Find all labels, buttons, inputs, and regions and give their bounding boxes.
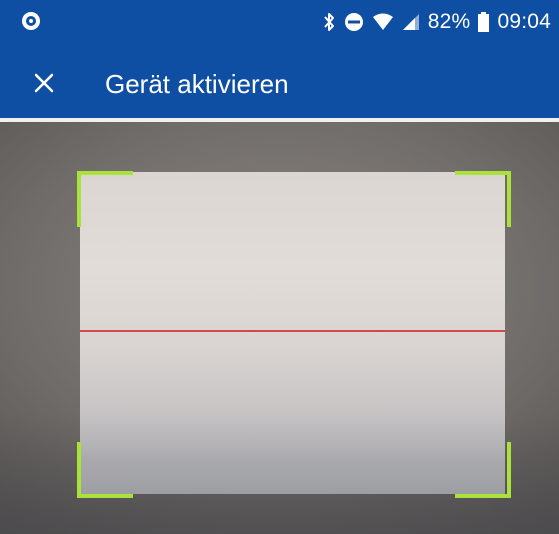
- bluetooth-icon: [322, 11, 336, 33]
- status-indicators: 82% 09:04: [322, 9, 551, 35]
- app-notification-icon: [20, 10, 42, 32]
- status-bar: 82% 09:04: [0, 0, 559, 48]
- scan-frame-corner-bottom-left: [77, 442, 133, 498]
- phone-screen: 82% 09:04 Gerät aktivieren: [0, 0, 559, 534]
- battery-percent: 82%: [427, 10, 471, 33]
- scanned-paper: [80, 172, 505, 494]
- wifi-icon: [372, 13, 394, 31]
- close-icon: [34, 73, 54, 93]
- scan-line: [80, 330, 505, 332]
- app-bar: Gerät aktivieren: [0, 48, 559, 118]
- close-button[interactable]: [30, 69, 58, 97]
- page-title: Gerät aktivieren: [105, 69, 289, 99]
- signal-icon: [402, 13, 420, 31]
- scan-frame-corner-top-right: [455, 171, 511, 227]
- do-not-disturb-icon: [344, 12, 364, 32]
- scan-frame-corner-top-left: [77, 171, 133, 227]
- camera-viewfinder: [0, 122, 559, 534]
- scan-frame-corner-bottom-right: [455, 442, 511, 498]
- clock: 09:04: [497, 10, 551, 33]
- battery-icon: [478, 12, 490, 32]
